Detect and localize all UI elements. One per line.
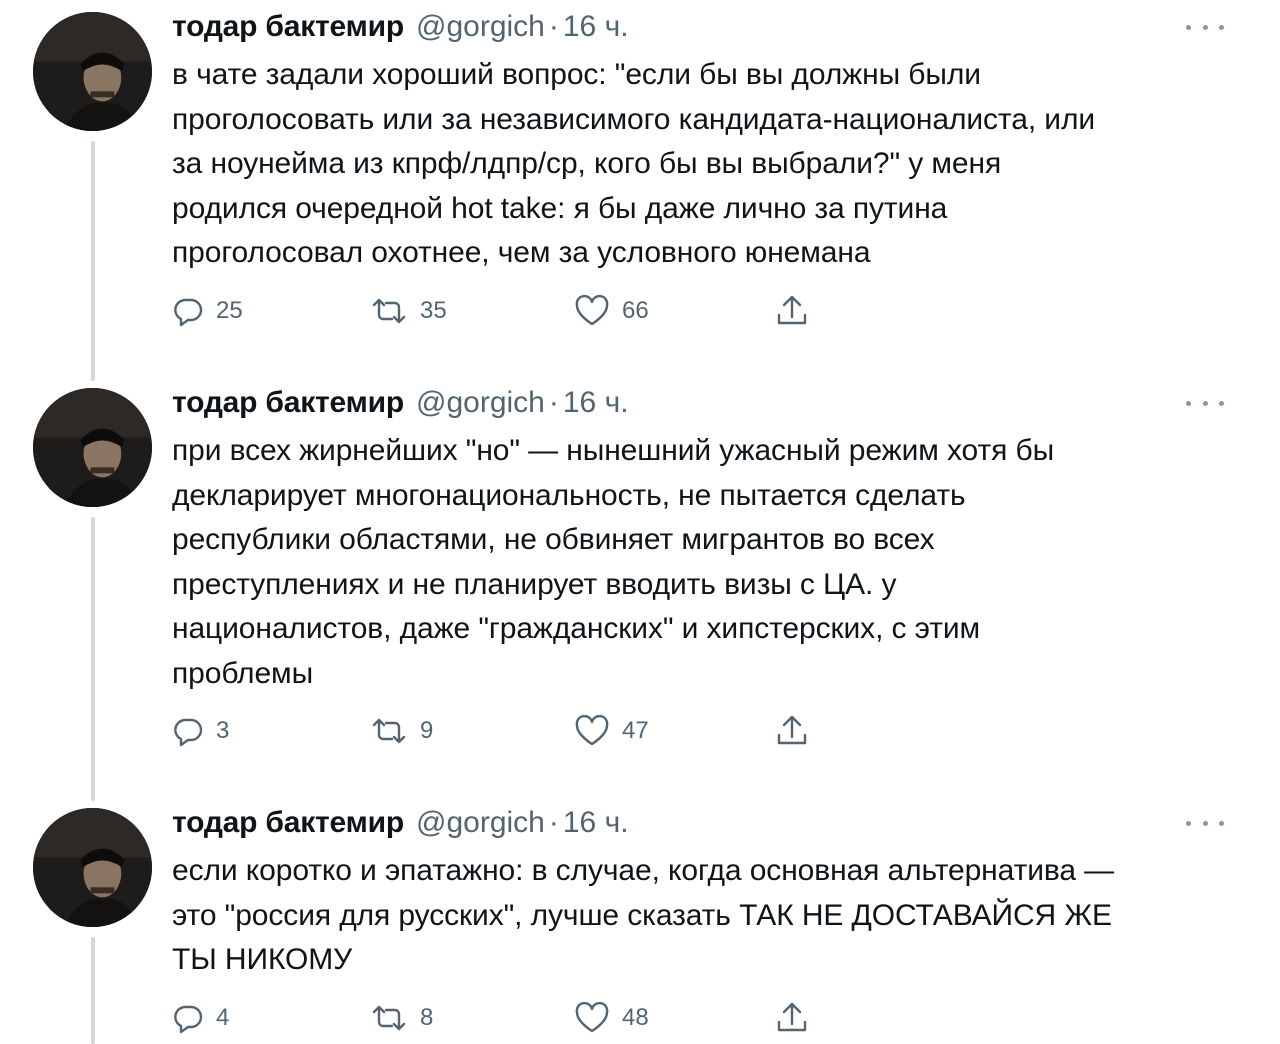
reply-button[interactable]: 3 [172,711,229,751]
tweet-text-line: если коротко и эпатажно: в случае, когда… [172,854,1115,887]
timestamp[interactable]: 16 ч. [563,806,629,840]
more-icon-dot [1219,400,1224,406]
more-icon-dot [1219,24,1224,30]
more-options-button[interactable] [1186,396,1224,410]
tweet-text-line: за ноунейма из кпрф/лдпр/ср, кого бы вы … [172,147,1002,181]
like-button[interactable]: 48 [574,998,649,1038]
tweet-text-line: республики областями, не обвиняет мигран… [172,523,935,557]
thread-connector-line [91,937,95,1044]
tweet-text: при всех жирнейших "но" — нынешний ужасн… [172,429,1242,697]
tweet-header: тодар бактемир @gorgich · 16 ч. [172,386,629,426]
tweet-text-line: проголосовал охотнее, чем за условного ю… [172,236,871,270]
tweet-header: тодар бактемир @gorgich · 16 ч. [172,806,629,846]
tweet-text-line: преступлениях и не планирует вводить виз… [172,567,897,601]
avatar[interactable] [33,12,152,131]
tweet-text-line: при всех жирнейших "но" — нынешний ужасн… [172,434,1055,467]
like-button[interactable]: 47 [574,711,649,751]
more-icon-dot [1202,820,1208,826]
retweet-button[interactable]: 9 [370,711,433,751]
retweet-icon [372,1005,406,1031]
reply-count: 25 [216,297,243,324]
retweet-count: 35 [420,297,447,324]
tweet-text-line: ТЫ НИКОМУ [172,943,353,977]
author-name[interactable]: тодар бактемир [172,806,404,840]
reply-icon [174,298,203,327]
tweet-text-line: декларирует многонациональность, не пыта… [172,478,966,512]
reply-count: 4 [216,1004,230,1031]
more-icon-dot [1202,24,1208,30]
timestamp[interactable]: 16 ч. [563,10,629,44]
tweet-text-line: родился очередной hot take: я бы даже ли… [172,191,948,225]
author-handle[interactable]: @gorgich [416,10,545,44]
separator: · [548,10,559,43]
retweet-count: 8 [420,1004,434,1031]
heart-icon [575,295,609,326]
retweet-icon [372,718,406,744]
tweet-actions: 3 9 47 [172,711,872,751]
timestamp[interactable]: 16 ч. [563,386,629,420]
author-name[interactable]: тодар бактемир [172,10,404,44]
share-icon [777,295,807,325]
retweet-button[interactable]: 8 [370,998,433,1038]
share-icon [777,715,807,745]
tweet-text: если коротко и эпатажно: в случае, когда… [172,849,1242,983]
tweet-text-line: проголосовать или за независимого кандид… [172,102,1096,136]
like-count: 47 [622,717,649,744]
more-icon [1186,400,1191,406]
more-options-button[interactable] [1186,20,1224,34]
tweet-text-line: в чате задали хороший вопрос: "если бы в… [172,58,981,91]
separator: · [548,806,559,839]
tweet-header: тодар бактемир @gorgich · 16 ч. [172,10,629,50]
heart-icon [575,715,609,746]
like-button[interactable]: 66 [574,291,649,331]
share-button[interactable] [774,998,810,1038]
author-handle[interactable]: @gorgich [416,806,545,840]
more-icon-dot [1219,820,1224,826]
reply-button[interactable]: 25 [172,291,243,331]
like-count: 48 [622,1004,649,1031]
reply-icon [174,1005,203,1034]
share-button[interactable] [774,711,810,751]
reply-button[interactable]: 4 [172,998,229,1038]
reply-count: 3 [216,717,230,744]
avatar[interactable] [33,808,152,927]
reply-icon [174,718,203,747]
tweet-actions: 25 35 66 [172,291,872,331]
more-options-button[interactable] [1186,816,1224,830]
tweet-text-line: проблемы [172,656,314,690]
author-handle[interactable]: @gorgich [416,386,545,420]
retweet-icon [372,298,406,324]
tweet-text-line: это "россия для русских", лучше сказать … [172,898,1112,932]
tweet-text: в чате задали хороший вопрос: "если бы в… [172,53,1242,276]
more-icon [1186,24,1191,30]
share-button[interactable] [774,291,810,331]
author-name[interactable]: тодар бактемир [172,386,404,420]
more-icon [1186,820,1191,826]
thread-connector-line [91,141,95,381]
tweet-text-line: националистов, даже "гражданских" и хипс… [172,612,981,646]
heart-icon [575,1002,609,1033]
tweet-actions: 4 8 48 [172,998,872,1038]
thread-connector-line [91,517,95,801]
separator: · [548,386,559,419]
more-icon-dot [1202,400,1208,406]
retweet-count: 9 [420,717,434,744]
retweet-button[interactable]: 35 [370,291,447,331]
share-icon [777,1002,807,1032]
like-count: 66 [622,297,649,324]
avatar[interactable] [33,388,152,507]
